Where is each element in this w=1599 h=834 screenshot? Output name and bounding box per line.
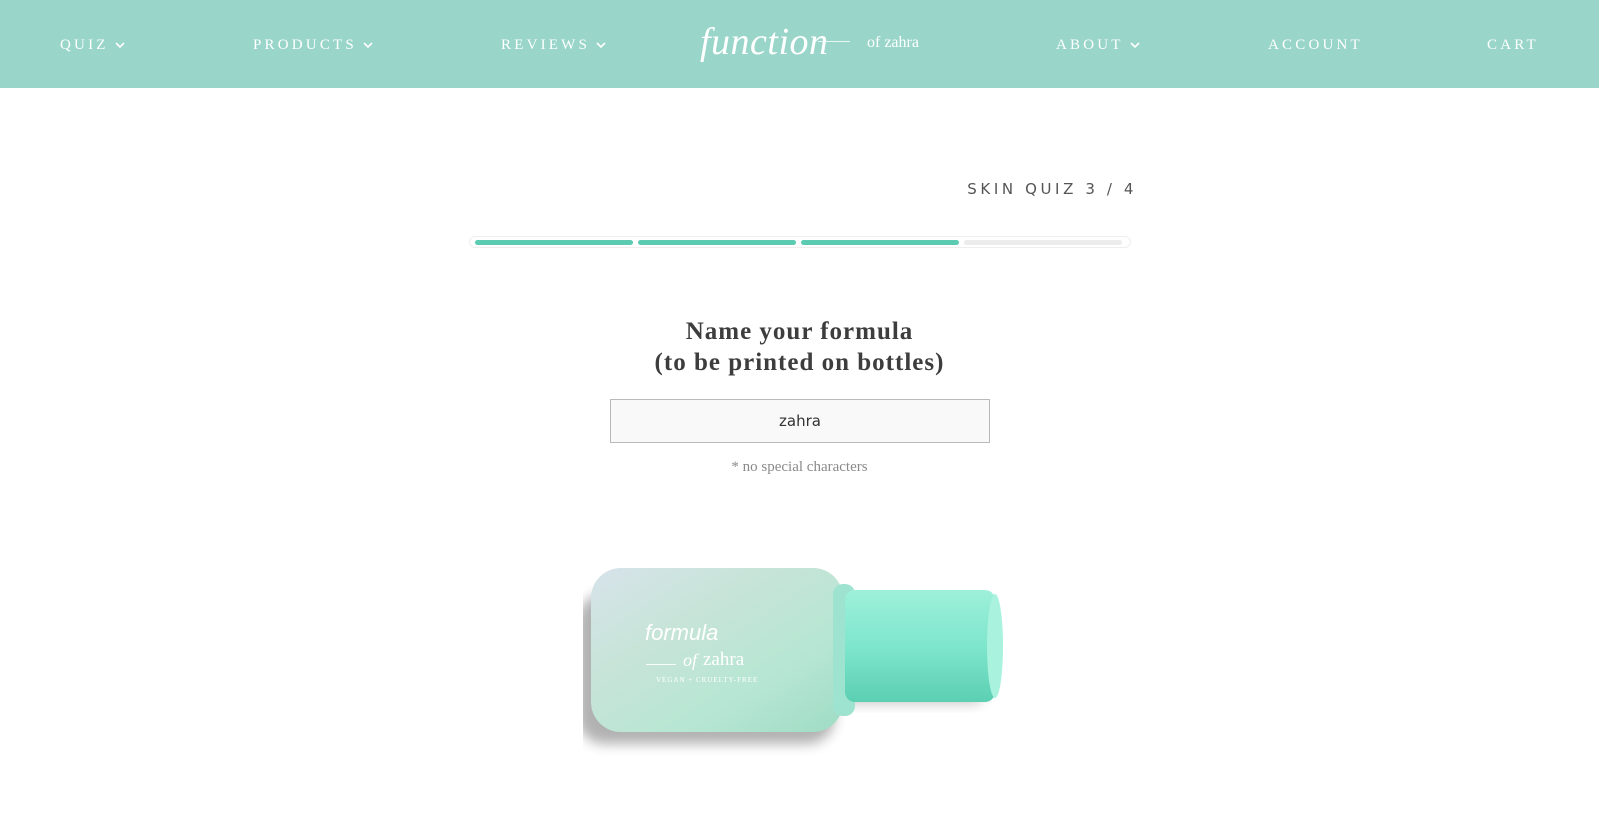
input-hint: * no special characters	[731, 459, 868, 475]
nav-account[interactable]: ACCOUNT	[1268, 34, 1363, 56]
site-logo[interactable]: function of zahra	[700, 18, 930, 68]
chevron-down-icon	[594, 38, 608, 52]
nav-about-label: ABOUT	[1056, 36, 1124, 53]
nav-cart-label: CART	[1487, 36, 1539, 53]
chevron-down-icon	[1128, 38, 1142, 52]
chevron-down-icon	[113, 38, 127, 52]
bottle-illustration	[583, 568, 1003, 744]
nav-quiz[interactable]: QUIZ	[60, 34, 127, 56]
nav-cart[interactable]: CART	[1487, 34, 1539, 56]
nav-about[interactable]: ABOUT	[1056, 34, 1142, 56]
progress-segment	[801, 240, 959, 245]
nav-products[interactable]: PRODUCTS	[253, 34, 375, 56]
question-line-2: (to be printed on bottles)	[654, 349, 945, 376]
progress-segment	[475, 240, 633, 245]
logo-sub-text: of zahra	[867, 34, 919, 51]
formula-name-input[interactable]	[610, 399, 990, 443]
chevron-down-icon	[361, 38, 375, 52]
bottle-label-tagline: VEGAN + CRUELTY-FREE	[656, 676, 759, 684]
nav-quiz-label: QUIZ	[60, 36, 109, 53]
progress-segment	[638, 240, 796, 245]
product-bottle-image: formula of zahra VEGAN + CRUELTY-FREE	[583, 560, 1023, 760]
site-header: QUIZ PRODUCTS REVIEWS function of zahra …	[0, 0, 1599, 88]
bottle-label-of: of	[683, 650, 698, 670]
quiz-progress-bar	[469, 236, 1131, 248]
nav-reviews-label: REVIEWS	[501, 36, 591, 53]
nav-account-label: ACCOUNT	[1268, 36, 1363, 53]
logo-divider	[818, 41, 850, 42]
nav-products-label: PRODUCTS	[253, 36, 357, 53]
bottle-label-formula: formula	[645, 620, 719, 645]
bottle-label-divider	[646, 664, 676, 665]
quiz-step-label: SKIN QUIZ 3 / 4	[967, 180, 1137, 198]
question-line-1: Name your formula	[685, 318, 914, 345]
question-heading: Name your formula (to be printed on bott…	[0, 316, 1599, 378]
bottle-label-name: zahra	[703, 649, 745, 670]
progress-segment	[964, 240, 1122, 245]
logo-main-text: function	[700, 21, 829, 63]
nav-reviews[interactable]: REVIEWS	[501, 34, 608, 56]
